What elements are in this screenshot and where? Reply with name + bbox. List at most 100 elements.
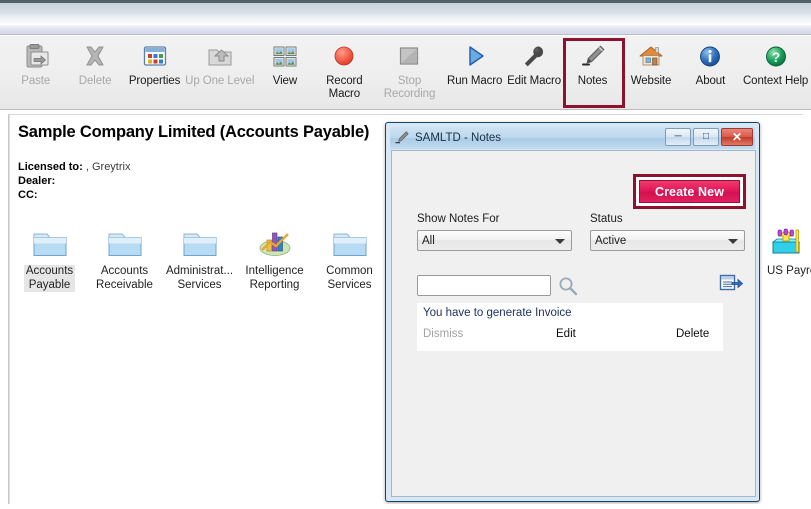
chevron-down-icon xyxy=(555,238,565,244)
folder-us-payroll[interactable]: US Payro xyxy=(767,228,811,279)
folder-label: US Payro xyxy=(767,265,811,277)
close-button[interactable]: ✕ xyxy=(721,128,753,146)
toolbar-label: Delete xyxy=(78,75,112,87)
view-icon xyxy=(270,42,300,72)
folder-icon xyxy=(330,228,370,262)
toolbar-label: Edit Macro xyxy=(507,75,562,87)
toolbar-button-record-macro[interactable]: Record Macro xyxy=(315,36,374,108)
toolbar-button-properties[interactable]: Properties xyxy=(125,36,184,108)
delete-link[interactable]: Delete xyxy=(676,328,709,340)
list-item[interactable]: You have to generate Invoice Dismiss Edi… xyxy=(417,303,723,351)
status-value: Active xyxy=(595,234,627,247)
module-folder-grid: Accounts Payable Accounts Receivable Adm… xyxy=(12,228,387,292)
us-payroll-icon xyxy=(770,228,810,262)
window-menu-strip xyxy=(0,25,811,35)
website-home-icon xyxy=(636,42,666,72)
folder-label: Accounts Payable xyxy=(23,265,76,292)
toolbar-button-context-help[interactable]: ? Context Help xyxy=(740,36,811,108)
toolbar-label: Up One Level xyxy=(185,75,255,87)
panel-left-gutter xyxy=(8,114,10,504)
folder-label: Administrat... Services xyxy=(165,265,234,291)
toolbar-label: Notes xyxy=(577,75,608,87)
toolbar-button-edit-macro[interactable]: Edit Macro xyxy=(504,36,563,108)
edit-link[interactable]: Edit xyxy=(556,328,576,340)
dialog-window-buttons: ─ □ ✕ xyxy=(665,128,753,146)
maximize-icon: □ xyxy=(702,131,710,142)
toolbar-label: Stop Recording xyxy=(383,75,436,100)
dialog-body: Create New Show Notes For All Status Act… xyxy=(391,150,756,497)
search-input[interactable] xyxy=(417,275,551,296)
toolbar-label: Paste xyxy=(21,75,51,87)
toolbar-label: Record Macro xyxy=(326,75,363,100)
window-title-strip xyxy=(0,3,811,25)
licensed-to-value: , Greytrix xyxy=(85,161,131,173)
folder-icon xyxy=(105,228,145,262)
folder-label: Intelligence Reporting xyxy=(245,265,304,291)
delete-icon xyxy=(80,42,110,72)
folder-administrative-services[interactable]: Administrat... Services xyxy=(162,228,237,292)
folder-common-services[interactable]: Common Services xyxy=(312,228,387,292)
toolbar-label: Properties xyxy=(128,75,181,87)
folder-accounts-receivable[interactable]: Accounts Receivable xyxy=(87,228,162,292)
about-info-icon xyxy=(695,42,725,72)
chevron-down-icon xyxy=(728,238,738,244)
close-icon: ✕ xyxy=(731,130,743,144)
folder-icon xyxy=(180,228,220,262)
note-action-row: Dismiss Edit Delete xyxy=(417,328,723,346)
folder-accounts-payable[interactable]: Accounts Payable xyxy=(12,228,87,292)
toolbar-label: Run Macro xyxy=(446,75,503,87)
toolbar-button-stop-recording[interactable]: Stop Recording xyxy=(374,36,445,108)
dialog-titlebar[interactable]: SAMLTD - Notes ─ □ ✕ xyxy=(390,127,755,149)
chart-folder-icon xyxy=(255,228,295,262)
up-one-level-icon xyxy=(205,42,235,72)
status-label: Status xyxy=(590,213,623,225)
edit-macro-icon xyxy=(519,42,549,72)
main-toolbar: Paste Delete Properties Up One Level Vie… xyxy=(0,36,811,110)
run-macro-icon xyxy=(460,42,490,72)
page-title: Sample Company Limited (Accounts Payable… xyxy=(18,123,370,141)
toolbar-button-up-one-level[interactable]: Up One Level xyxy=(184,36,255,108)
toolbar-label: About xyxy=(695,75,726,87)
folder-icon xyxy=(30,228,70,262)
dismiss-link[interactable]: Dismiss xyxy=(423,328,463,340)
context-help-icon: ? xyxy=(761,42,791,72)
toolbar-label: Website xyxy=(630,75,672,87)
grid-export-icon[interactable] xyxy=(719,273,744,295)
maximize-button[interactable]: □ xyxy=(693,128,719,146)
stop-recording-icon xyxy=(394,42,424,72)
toolbar-button-run-macro[interactable]: Run Macro xyxy=(445,36,504,108)
toolbar-button-about[interactable]: About xyxy=(681,36,740,108)
toolbar-label: View xyxy=(272,75,298,87)
toolbar-button-view[interactable]: View xyxy=(255,36,314,108)
toolbar-button-delete[interactable]: Delete xyxy=(65,36,124,108)
magnifier-icon[interactable] xyxy=(557,275,579,297)
minimize-button[interactable]: ─ xyxy=(665,128,691,146)
paste-icon xyxy=(21,42,51,72)
create-new-highlight-box: Create New xyxy=(633,174,746,209)
toolbar-button-notes[interactable]: Notes xyxy=(564,36,622,108)
folder-label: Common Services xyxy=(326,265,373,291)
licensed-to-label: Licensed to: xyxy=(18,161,83,173)
notes-pencil-icon xyxy=(578,42,608,72)
notes-list: You have to generate Invoice Dismiss Edi… xyxy=(417,303,723,351)
folder-intelligence-reporting[interactable]: Intelligence Reporting xyxy=(237,228,312,292)
license-info: Licensed to: , Greytrix Dealer: CC: xyxy=(18,160,130,202)
folder-label: Accounts Receivable xyxy=(96,265,153,291)
show-notes-for-value: All xyxy=(422,234,435,247)
status-select[interactable]: Active xyxy=(590,230,745,251)
show-notes-for-label: Show Notes For xyxy=(417,213,500,225)
create-new-button[interactable]: Create New xyxy=(639,180,740,203)
toolbar-label: Context Help xyxy=(742,75,809,87)
app-root: Paste Delete Properties Up One Level Vie… xyxy=(0,0,811,509)
dealer-label: Dealer: xyxy=(18,175,56,187)
svg-text:?: ? xyxy=(771,49,780,65)
notes-dialog: SAMLTD - Notes ─ □ ✕ Create New Show Not… xyxy=(385,122,760,502)
note-text: You have to generate Invoice xyxy=(423,307,572,319)
properties-icon xyxy=(140,42,170,72)
minimize-icon: ─ xyxy=(674,131,682,142)
toolbar-button-website[interactable]: Website xyxy=(621,36,680,108)
toolbar-button-paste[interactable]: Paste xyxy=(6,36,65,108)
record-macro-icon xyxy=(329,42,359,72)
show-notes-for-select[interactable]: All xyxy=(417,230,572,251)
pencil-icon xyxy=(394,130,410,146)
